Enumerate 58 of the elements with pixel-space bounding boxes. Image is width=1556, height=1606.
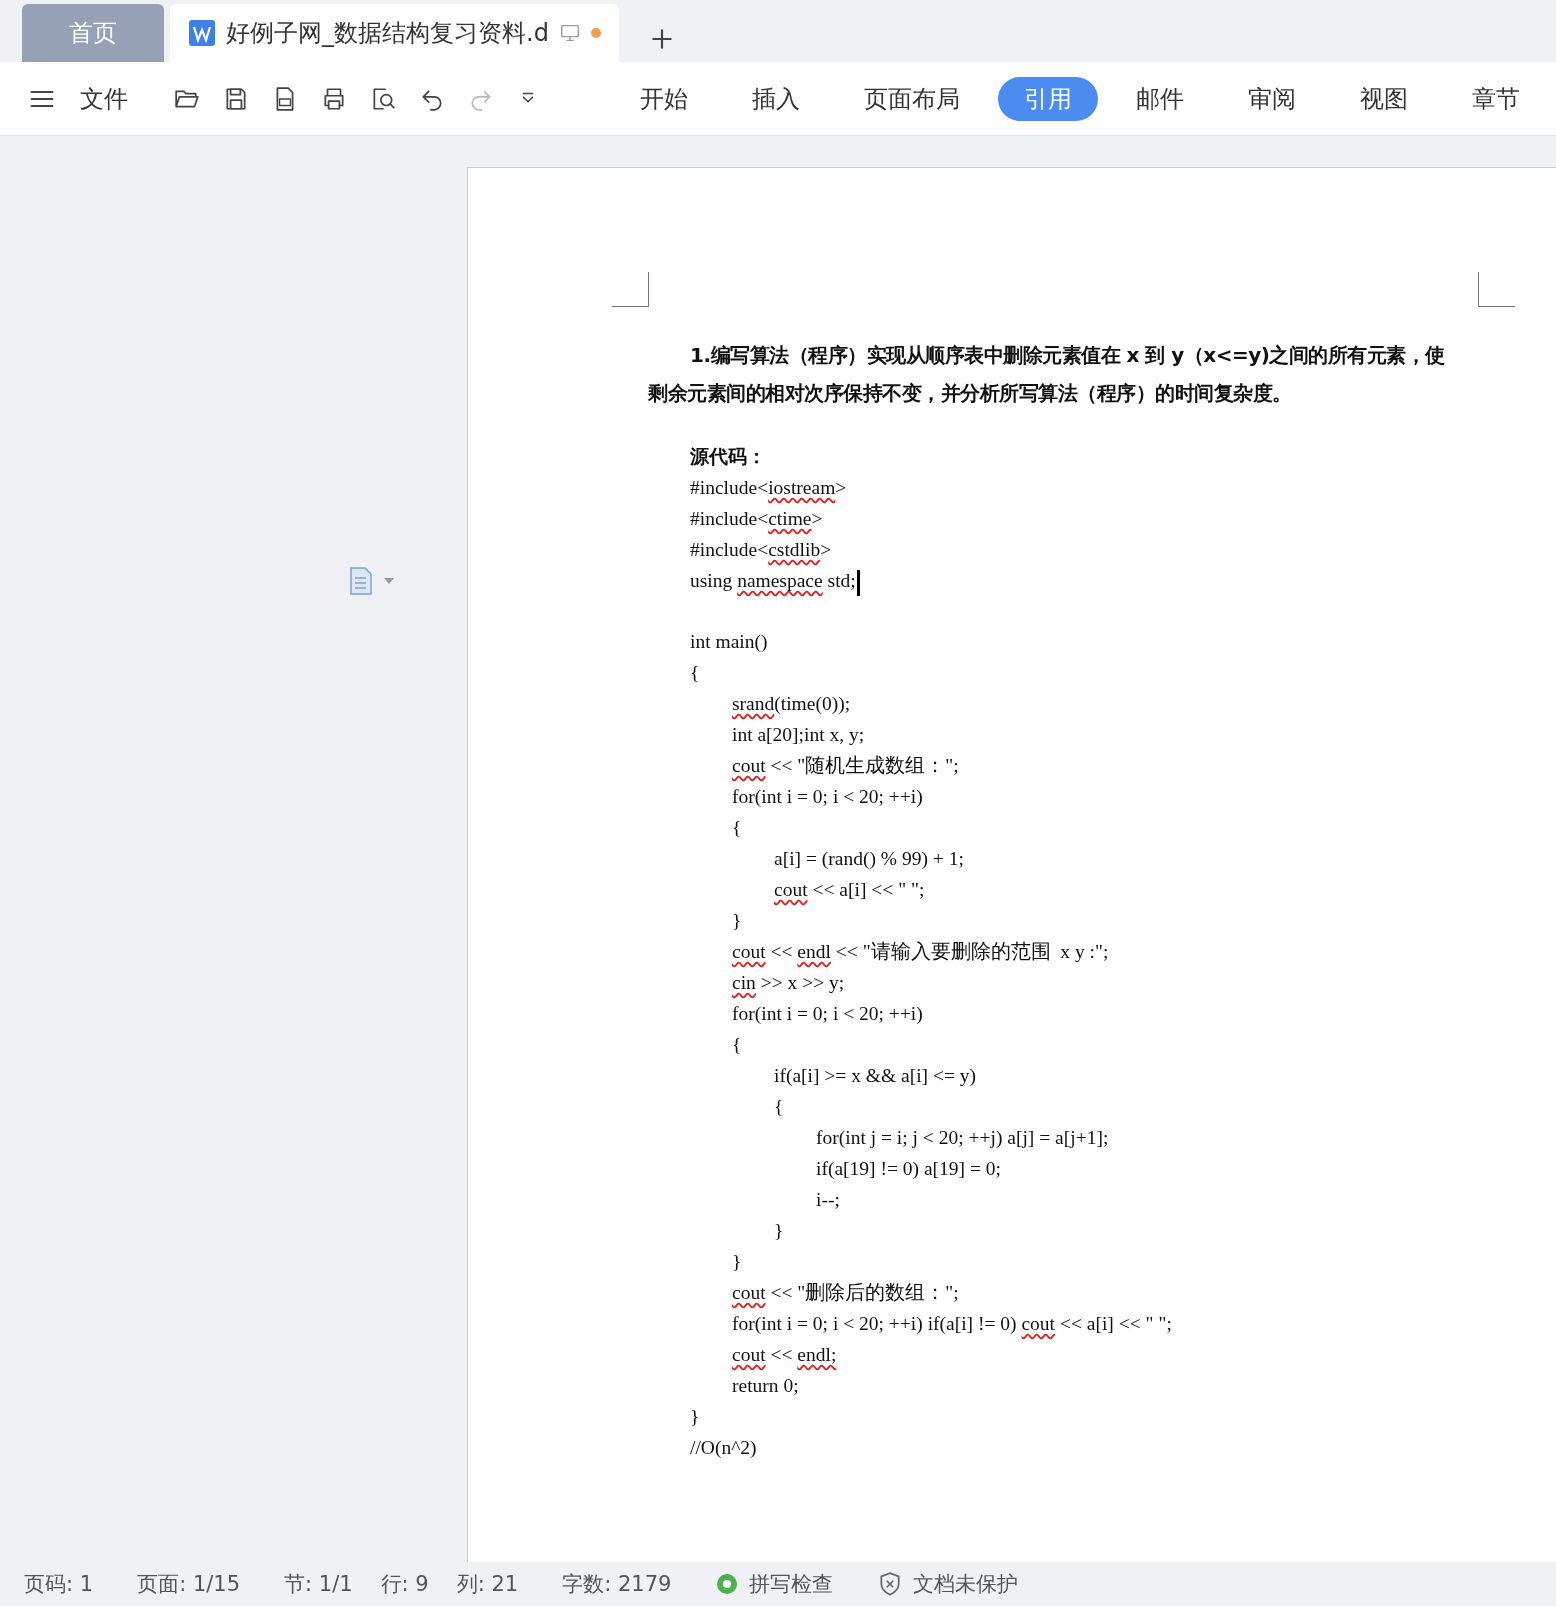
code-line: } [731,1250,743,1274]
status-text: 页面: 1/15 [137,1571,241,1598]
print-preview-icon[interactable] [370,85,396,112]
code-line: cin >> x >> y; [731,971,846,995]
code-line: { [731,816,743,840]
ribbon-tab[interactable]: 审阅 [1222,76,1322,121]
spellcheck-button[interactable]: 拼写检查 [715,1570,834,1598]
code-line: if(a[i] >= x && a[i] <= y) [773,1064,978,1088]
code-line: #include<iostream> [690,476,848,500]
status-text: 节: 1/1 [284,1571,353,1598]
code-line: cout << endl; [731,1343,838,1367]
question-heading: 1.编写算法（程序）实现从顺序表中删除元素值在 x 到 y（x<=y)之间的所有元素，使剩余元素间的相对次序保持不变，并分析所写算法（程序）的时间复杂度。 [648,342,1446,407]
code-line: //O(n^2) [690,1436,758,1460]
code-line: for(int j = i; j < 20; ++j) a[j] = a[j+1]; [815,1126,1110,1150]
code-line: #include<ctime> [690,507,824,531]
status-text: 行: 9 [380,1571,429,1598]
code-line: int a[20];int x, y; [731,723,866,747]
code-line: i--; [815,1188,841,1212]
code-line: } [731,909,743,933]
code-line: cout << "删除后的数组："; [731,1281,960,1305]
code-line: { [690,661,701,685]
code-line: } [773,1219,785,1243]
code-line: for(int i = 0; i < 20; ++i) if(a[i] != 0) cout << a[i] << " "; [731,1312,1173,1336]
code-line: } [690,1405,701,1429]
margin-corner-mark [1478,272,1515,307]
code-line: a[i] = (rand() % 99) + 1; [773,847,965,871]
code-line: for(int i = 0; i < 20; ++i) [731,785,924,809]
margin-corner-mark [612,272,649,307]
ribbon-tab[interactable]: 开始 [614,76,714,121]
ribbon-tab[interactable]: 视图 [1334,76,1434,121]
code-line: cout << "随机生成数组："; [731,754,960,778]
ribbon-tab[interactable]: 邮件 [1110,76,1210,121]
code-line: int main() [690,630,769,654]
ribbon-tab[interactable]: 插入 [726,76,826,121]
ribbon-tab[interactable]: 页面布局 [838,76,986,121]
unsaved-dot [590,28,601,38]
ribbon-tab[interactable]: 章节 [1446,76,1546,121]
status-text: 字数: 2179 [562,1571,672,1598]
code-line: return 0; [731,1374,800,1398]
protection-button[interactable]: 文档未保护 [877,1570,1019,1598]
file-menu[interactable]: 文件 [74,81,134,116]
code-line: for(int i = 0; i < 20; ++i) [731,1002,924,1026]
code-line: { [773,1095,785,1119]
code-line: if(a[19] != 0) a[19] = 0; [815,1157,1002,1181]
code-line: #include<cstdlib> [690,538,833,562]
code-line: using namespace std; [690,565,1516,596]
status-text: 列: 21 [456,1571,519,1598]
monitor-icon[interactable] [558,22,581,44]
document-tab[interactable]: 好例子网_数据结构复习资料.d [170,4,619,62]
save-icon[interactable] [223,85,249,112]
document-icon [188,19,216,47]
print-icon[interactable] [321,85,347,112]
code-line: srand(time(0)); [731,692,852,716]
code-label: 源代码： [690,444,767,469]
code-line: cout << a[i] << " "; [773,878,926,902]
code-line: { [731,1033,743,1057]
code-line: cout << endl << "请输入要删除的范围 x y :"; [731,940,1110,964]
status-text: 页码: 1 [24,1571,94,1598]
